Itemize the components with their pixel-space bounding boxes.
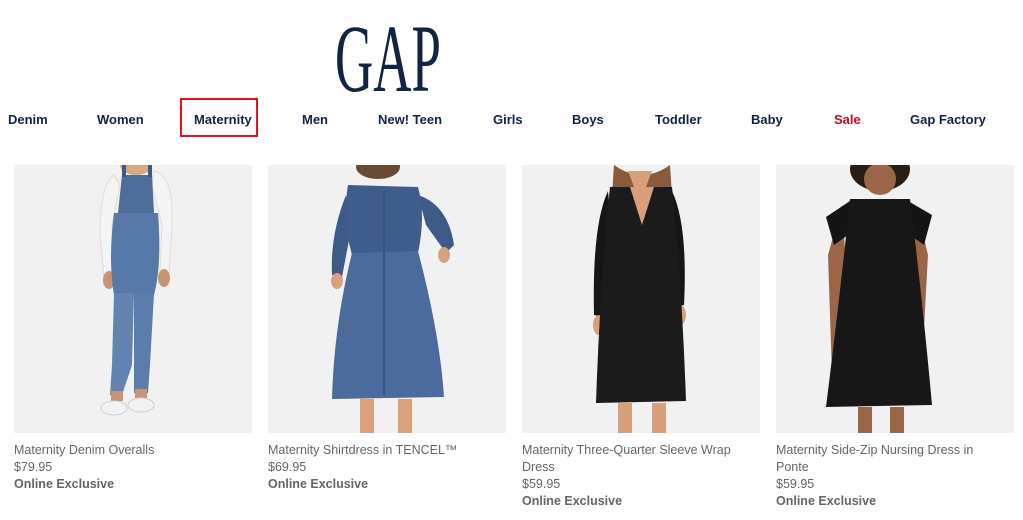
nav-item-baby[interactable]: Baby <box>751 112 783 128</box>
product-badge: Online Exclusive <box>268 477 369 491</box>
product-image[interactable] <box>14 165 252 433</box>
nav-item-denim[interactable]: Denim <box>8 112 48 128</box>
woman-in-black-tshirt-dress-image <box>826 165 932 433</box>
nav-item-maternity[interactable]: Maternity <box>194 112 252 128</box>
product-card[interactable]: Maternity Shirtdress in TENCEL™ $69.95 O… <box>268 165 506 493</box>
product-card[interactable]: Maternity Three-Quarter Sleeve Wrap Dres… <box>522 165 760 510</box>
product-image[interactable] <box>776 165 1014 433</box>
product-badge: Online Exclusive <box>522 494 623 508</box>
product-name[interactable]: Maternity Shirtdress in TENCEL™ <box>268 442 498 459</box>
product-price: $69.95 <box>268 460 307 474</box>
gap-logo[interactable]: GAP <box>334 11 442 95</box>
woman-in-denim-overalls-image <box>99 165 173 416</box>
nav-item-gap-factory[interactable]: Gap Factory <box>910 112 986 128</box>
product-price: $79.95 <box>14 460 53 474</box>
nav-item-women[interactable]: Women <box>97 112 144 128</box>
nav-item-girls[interactable]: Girls <box>493 112 523 128</box>
nav-item-toddler[interactable]: Toddler <box>655 112 702 128</box>
nav-item-boys[interactable]: Boys <box>572 112 604 128</box>
product-image[interactable] <box>268 165 506 433</box>
gap-logo-text: GAP <box>335 11 441 95</box>
product-badge: Online Exclusive <box>776 494 877 508</box>
nav-item-men[interactable]: Men <box>302 112 328 128</box>
product-image[interactable] <box>522 165 760 433</box>
product-name[interactable]: Maternity Denim Overalls <box>14 442 244 459</box>
nav-item-sale[interactable]: Sale <box>834 112 861 128</box>
woman-in-denim-shirtdress-image <box>331 165 454 433</box>
nav-item-new-teen[interactable]: New! Teen <box>378 112 442 128</box>
category-nav: Denim Women Maternity Men New! Teen Girl… <box>0 98 1023 142</box>
product-card[interactable]: Maternity Denim Overalls $79.95 Online E… <box>14 165 252 493</box>
product-price: $59.95 <box>522 477 561 491</box>
woman-in-black-wrap-dress-image <box>593 165 686 433</box>
product-listing-page: GAP Denim Women Maternity Men New! Teen … <box>0 0 1023 520</box>
product-card[interactable]: Maternity Side-Zip Nursing Dress in Pont… <box>776 165 1014 510</box>
product-price: $59.95 <box>776 477 815 491</box>
product-name[interactable]: Maternity Three-Quarter Sleeve Wrap Dres… <box>522 442 752 476</box>
product-name[interactable]: Maternity Side-Zip Nursing Dress in Pont… <box>776 442 1006 476</box>
product-badge: Online Exclusive <box>14 477 115 491</box>
